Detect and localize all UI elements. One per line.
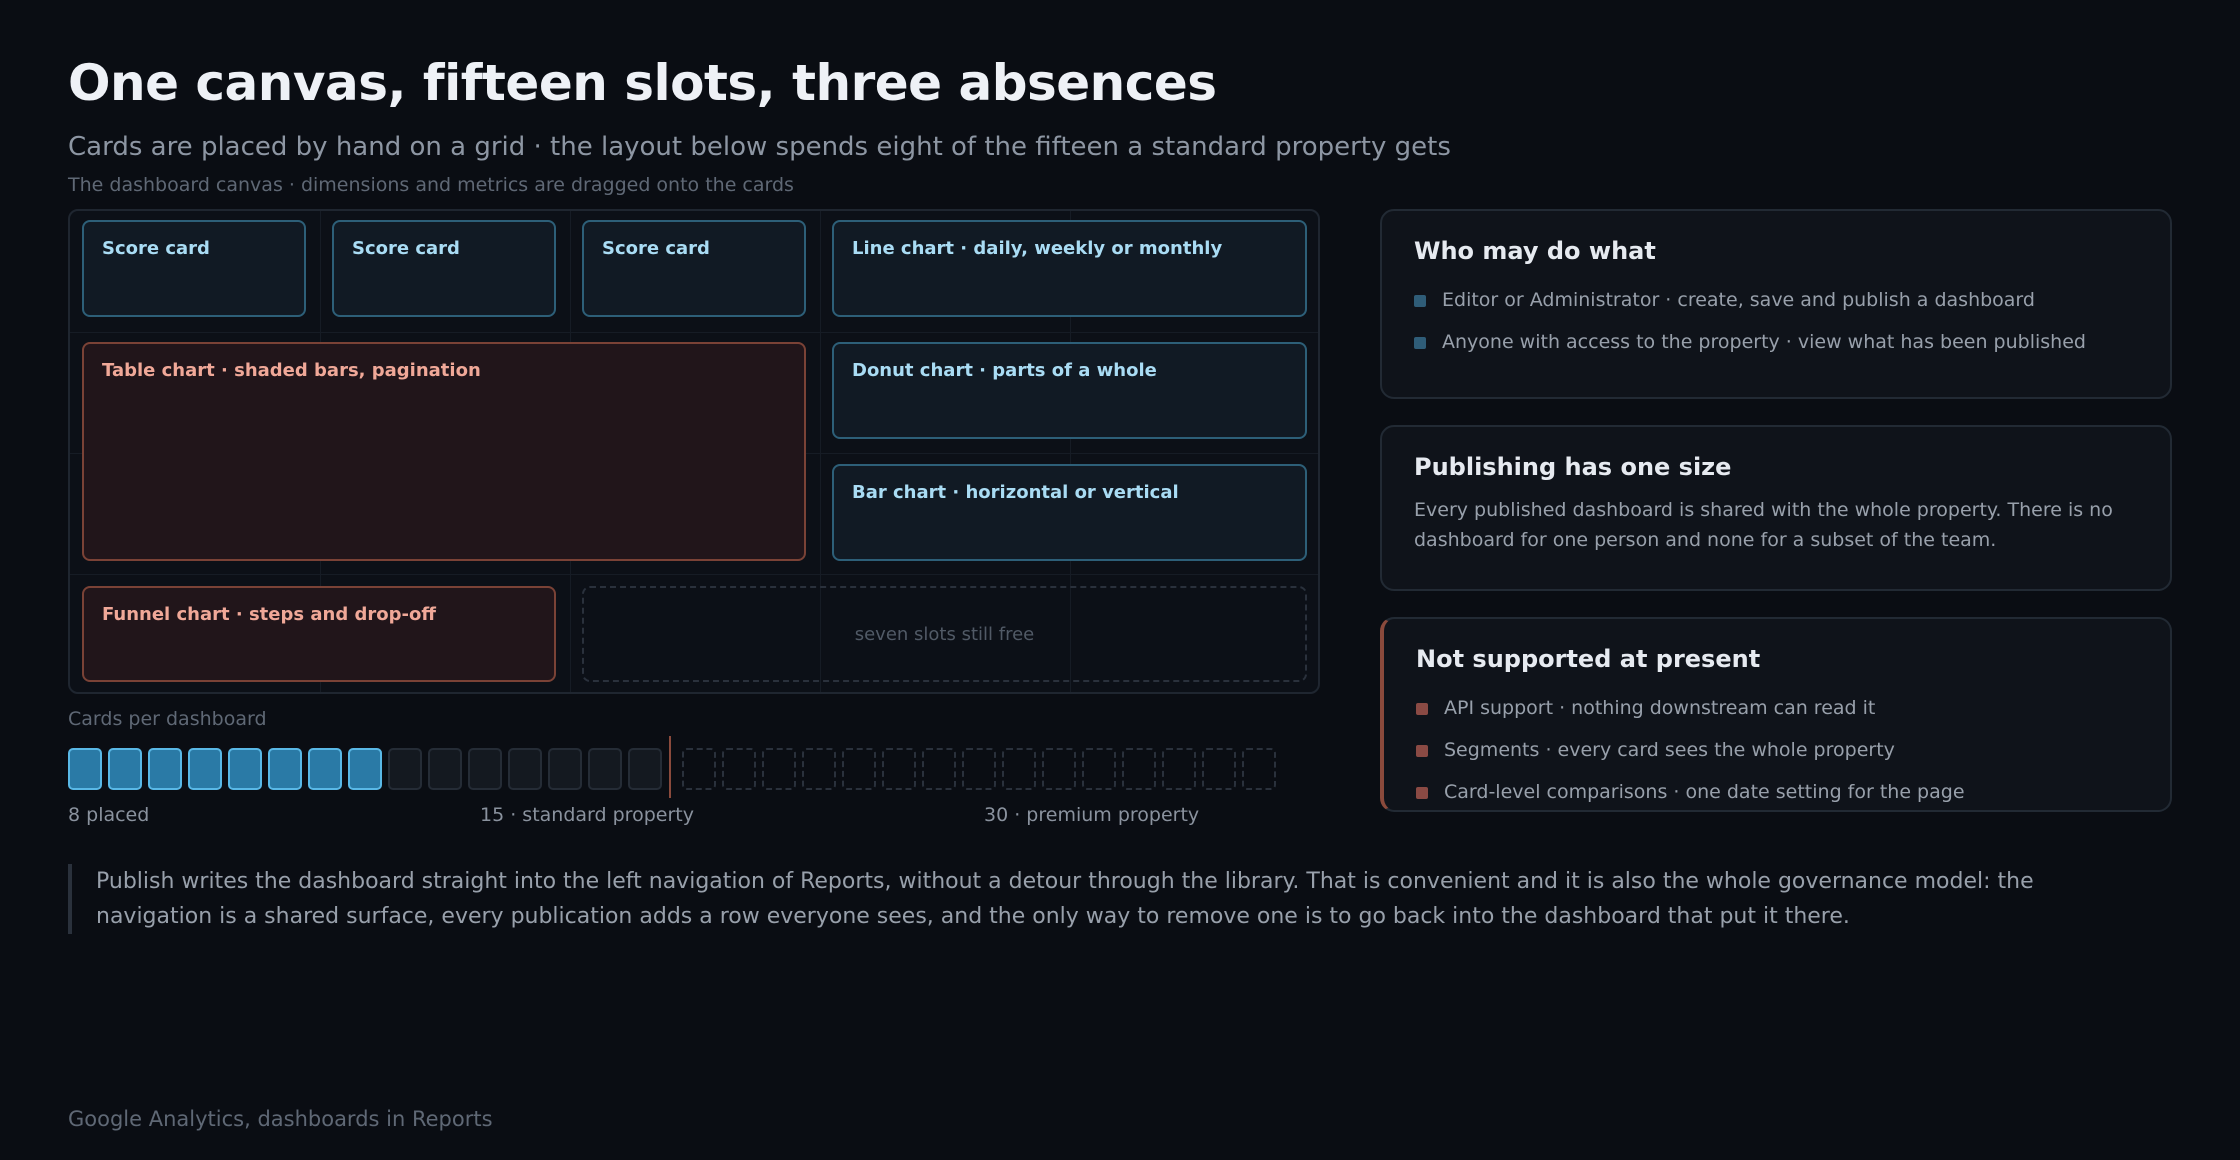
page-subtitle: Cards are placed by hand on a grid · the… bbox=[68, 132, 1451, 162]
score-card[interactable]: Score card bbox=[582, 220, 806, 317]
bar-chart-card[interactable]: Bar chart · horizontal or vertical bbox=[832, 464, 1307, 561]
premium-slot bbox=[1002, 748, 1036, 790]
premium-slot bbox=[1042, 748, 1076, 790]
premium-slot bbox=[922, 748, 956, 790]
publishing-panel-title: Publishing has one size bbox=[1414, 453, 1732, 481]
footer-source: Google Analytics, dashboards in Reports bbox=[68, 1107, 493, 1131]
roles-item: Editor or Administrator · create, save a… bbox=[1414, 279, 2138, 321]
unsupported-panel-title: Not supported at present bbox=[1416, 645, 1761, 673]
grid-line bbox=[70, 332, 1318, 333]
premium-slot bbox=[682, 748, 716, 790]
standard-slot bbox=[588, 748, 622, 790]
roles-panel-title: Who may do what bbox=[1414, 237, 1656, 265]
standard-limit-marker bbox=[669, 736, 671, 798]
premium-slot bbox=[1162, 748, 1196, 790]
standard-slot bbox=[508, 748, 542, 790]
grid-line bbox=[70, 574, 1318, 575]
placed-slot bbox=[188, 748, 222, 790]
premium-slot bbox=[842, 748, 876, 790]
score-card[interactable]: Score card bbox=[82, 220, 306, 317]
page-title: One canvas, fifteen slots, three absence… bbox=[68, 54, 1217, 112]
premium-slot bbox=[1242, 748, 1276, 790]
tally-label-standard: 15 · standard property bbox=[480, 804, 694, 826]
unsupported-panel: Not supported at present API support · n… bbox=[1380, 617, 2172, 812]
premium-slot bbox=[1202, 748, 1236, 790]
unsupported-item: Segments · every card sees the whole pro… bbox=[1416, 729, 2138, 771]
placed-slot bbox=[308, 748, 342, 790]
premium-slot bbox=[762, 748, 796, 790]
unsupported-item: Card-level comparisons · one date settin… bbox=[1416, 771, 2138, 813]
funnel-chart-card[interactable]: Funnel chart · steps and drop-off bbox=[82, 586, 556, 682]
placed-slot bbox=[228, 748, 262, 790]
roles-panel: Who may do what Editor or Administrator … bbox=[1380, 209, 2172, 399]
governance-note: Publish writes the dashboard straight in… bbox=[68, 864, 2136, 934]
unsupported-item: API support · nothing downstream can rea… bbox=[1416, 687, 2138, 729]
standard-slot bbox=[428, 748, 462, 790]
premium-slot bbox=[962, 748, 996, 790]
tally-label-premium: 30 · premium property bbox=[984, 804, 1200, 826]
tally-caption: Cards per dashboard bbox=[68, 708, 267, 730]
publishing-panel-body: Every published dashboard is shared with… bbox=[1414, 499, 2113, 551]
standard-slot bbox=[628, 748, 662, 790]
placed-slot bbox=[68, 748, 102, 790]
placed-slot bbox=[148, 748, 182, 790]
score-card[interactable]: Score card bbox=[332, 220, 556, 317]
standard-slot bbox=[468, 748, 502, 790]
premium-slot bbox=[1122, 748, 1156, 790]
canvas-caption: The dashboard canvas · dimensions and me… bbox=[68, 174, 794, 196]
standard-slot bbox=[548, 748, 582, 790]
dashboard-canvas: Score card Score card Score card Line ch… bbox=[68, 209, 1320, 694]
premium-slot bbox=[1082, 748, 1116, 790]
cards-per-dashboard-tally bbox=[68, 736, 1288, 798]
tally-label-placed: 8 placed bbox=[68, 804, 150, 826]
donut-chart-card[interactable]: Donut chart · parts of a whole bbox=[832, 342, 1307, 439]
premium-slot bbox=[802, 748, 836, 790]
placed-slot bbox=[268, 748, 302, 790]
premium-slot bbox=[722, 748, 756, 790]
standard-slot bbox=[388, 748, 422, 790]
placed-slot bbox=[108, 748, 142, 790]
publishing-panel: Publishing has one size Every published … bbox=[1380, 425, 2172, 591]
premium-slot bbox=[882, 748, 916, 790]
placed-slot bbox=[348, 748, 382, 790]
roles-item: Anyone with access to the property · vie… bbox=[1414, 321, 2138, 363]
free-slots-placeholder: seven slots still free bbox=[582, 586, 1307, 682]
line-chart-card[interactable]: Line chart · daily, weekly or monthly bbox=[832, 220, 1307, 317]
table-chart-card[interactable]: Table chart · shaded bars, pagination bbox=[82, 342, 806, 561]
